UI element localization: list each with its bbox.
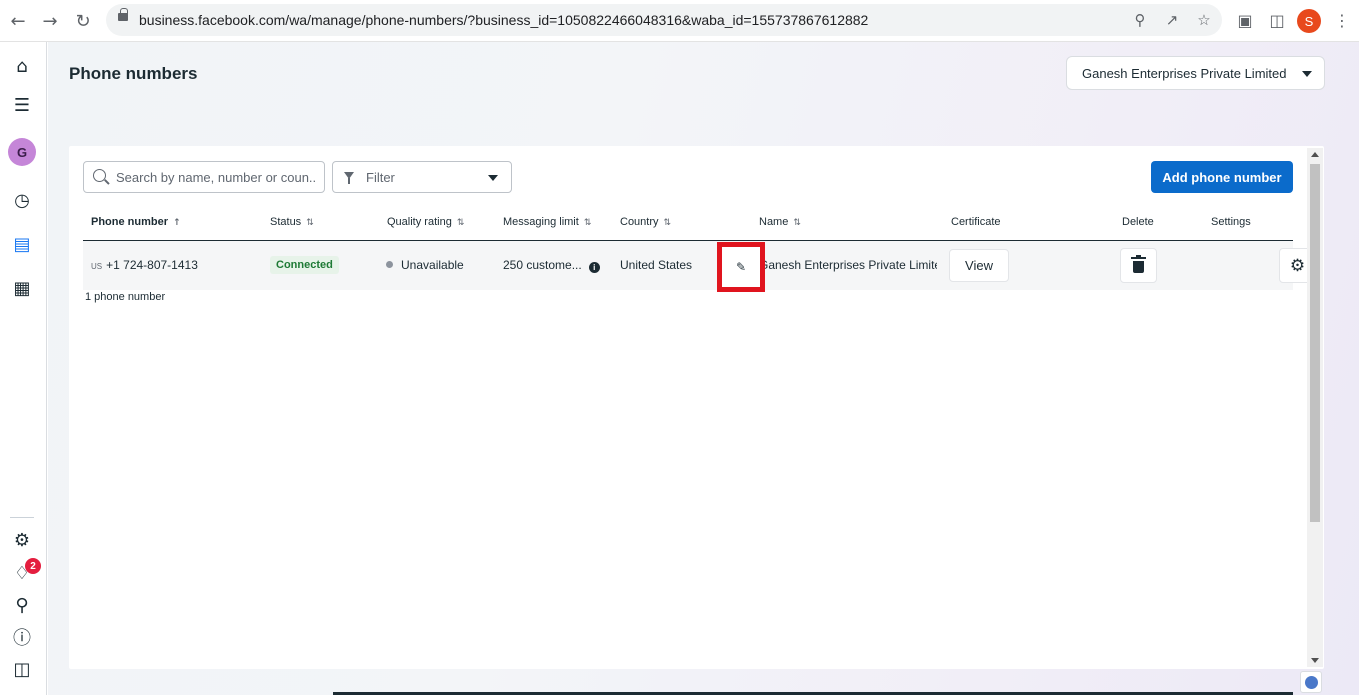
zoom-icon[interactable]: ⚲: [1130, 10, 1150, 30]
sort-icon: ⇅: [663, 218, 672, 228]
search-box[interactable]: [83, 161, 325, 193]
status-badge: Connected: [270, 256, 339, 274]
table-row: US +1 724-807-1413 Connected Unavailable …: [83, 241, 1316, 292]
main-content: Phone numbers Ganesh Enterprises Private…: [48, 42, 1359, 695]
side-panel-icon[interactable]: ◫: [1266, 9, 1288, 31]
sort-ascending-icon: ↑: [173, 218, 181, 228]
filter-label: Filter: [366, 170, 395, 185]
reload-icon[interactable]: ↻: [71, 9, 95, 33]
column-header-label: Country: [620, 216, 659, 228]
url-text[interactable]: business.facebook.com/wa/manage/phone-nu…: [139, 12, 868, 28]
column-header-status[interactable]: Status ⇅: [270, 216, 314, 228]
collapse-panel-icon[interactable]: ◫: [9, 656, 35, 682]
column-header-country[interactable]: Country ⇅: [620, 216, 671, 228]
sort-icon: ⇅: [456, 218, 465, 228]
bank-icon[interactable]: ▦: [9, 275, 35, 301]
notification-badge: 2: [25, 558, 41, 574]
scroll-up-arrow-icon[interactable]: [1311, 152, 1319, 157]
name-cell: Ganesh Enterprises Private Limited: [759, 258, 937, 272]
column-header-label: Status: [270, 216, 302, 228]
quality-dot-icon: [386, 261, 393, 268]
trash-icon: [1131, 255, 1146, 273]
scroll-down-arrow-icon[interactable]: [1311, 658, 1319, 663]
sort-icon: ⇅: [306, 218, 314, 228]
filter-dropdown[interactable]: Filter: [332, 161, 512, 193]
search-icon: [93, 169, 106, 182]
dashboard-gauge-icon[interactable]: ◷: [9, 187, 35, 213]
back-arrow-icon[interactable]: ←: [6, 9, 30, 33]
gear-icon: ⚙: [1289, 255, 1306, 276]
account-avatar[interactable]: G: [8, 138, 36, 166]
view-certificate-button[interactable]: View: [949, 249, 1009, 282]
page-title: Phone numbers: [69, 64, 198, 83]
home-icon[interactable]: ⌂: [9, 53, 35, 79]
briefcase-icon[interactable]: ▤: [9, 231, 35, 257]
quality-value: Unavailable: [401, 258, 464, 272]
help-icon[interactable]: ⓘ: [9, 624, 35, 650]
sort-icon: ⇅: [583, 218, 592, 228]
column-header-quality[interactable]: Quality rating ⇅: [387, 216, 464, 228]
profile-avatar[interactable]: S: [1297, 9, 1321, 33]
filter-funnel-icon: [344, 172, 354, 184]
column-header-label: Quality rating: [387, 216, 452, 228]
search-input[interactable]: [116, 168, 316, 186]
settings-gear-icon[interactable]: ⚙: [9, 527, 35, 553]
lock-icon: [118, 8, 128, 21]
hamburger-menu-icon[interactable]: ☰: [9, 92, 35, 118]
sort-icon: ⇅: [793, 218, 801, 228]
chevron-down-icon: [488, 175, 498, 181]
column-header-label: Phone number: [91, 216, 169, 228]
info-icon[interactable]: i: [588, 262, 600, 273]
limit-value: 250 custome...: [503, 258, 582, 272]
add-phone-number-button[interactable]: Add phone number: [1151, 161, 1293, 193]
extensions-icon[interactable]: ▣: [1234, 9, 1256, 31]
business-selector-label: Ganesh Enterprises Private Limited: [1082, 65, 1287, 81]
share-icon[interactable]: ↗: [1162, 10, 1182, 30]
country-cell: United States: [620, 258, 693, 272]
bookmark-star-icon[interactable]: ☆: [1194, 10, 1214, 30]
scrollbar[interactable]: [1307, 148, 1323, 667]
column-header-label: Name: [759, 216, 789, 228]
phone-numbers-card: Filter Add phone number Phone number ↑ St…: [69, 146, 1324, 669]
phone-number: +1 724-807-1413: [106, 258, 198, 272]
left-nav-rail: ⌂ ☰ G ◷ ▤ ▦ ⚙ ♢ 2 ⚲ ⓘ ◫: [0, 42, 47, 695]
browser-toolbar: ← → ↻ business.facebook.com/wa/manage/ph…: [0, 0, 1359, 42]
rail-divider: [10, 517, 34, 518]
quality-cell: Unavailable: [386, 258, 464, 272]
search-icon[interactable]: ⚲: [9, 592, 35, 618]
column-header-label: Messaging limit: [503, 216, 579, 228]
pencil-icon: ✎: [735, 260, 747, 274]
limit-cell: 250 custome... i: [503, 258, 600, 273]
menu-kebab-icon[interactable]: ⋮: [1331, 9, 1353, 31]
column-header-limit[interactable]: Messaging limit ⇅: [503, 216, 591, 228]
address-bar[interactable]: business.facebook.com/wa/manage/phone-nu…: [106, 4, 1222, 36]
edit-name-button[interactable]: ✎: [717, 242, 765, 292]
column-header-certificate: Certificate: [951, 216, 1001, 228]
phone-cell: US +1 724-807-1413: [91, 258, 198, 272]
delete-button[interactable]: [1120, 248, 1157, 283]
country-code: US: [91, 262, 103, 271]
business-selector[interactable]: Ganesh Enterprises Private Limited: [1066, 56, 1325, 90]
scrollbar-thumb[interactable]: [1310, 164, 1320, 522]
column-header-settings: Settings: [1211, 216, 1251, 228]
chevron-down-icon: [1302, 71, 1312, 77]
phone-count: 1 phone number: [85, 291, 166, 303]
forward-arrow-icon[interactable]: →: [38, 9, 62, 33]
column-header-phone[interactable]: Phone number ↑: [91, 216, 181, 228]
column-header-name[interactable]: Name ⇅: [759, 216, 801, 228]
column-header-delete: Delete: [1122, 216, 1154, 228]
language-globe-icon[interactable]: [1300, 671, 1322, 693]
